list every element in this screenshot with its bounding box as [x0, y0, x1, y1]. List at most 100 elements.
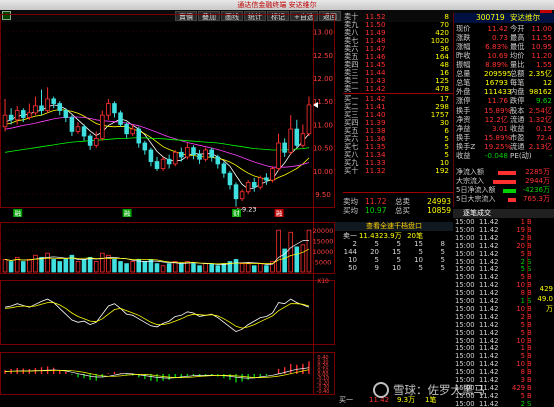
- candle[interactable]: [57, 101, 63, 116]
- volume-bar[interactable]: [221, 263, 227, 273]
- candle[interactable]: [258, 175, 263, 190]
- volume-bar[interactable]: [2, 259, 8, 273]
- candle[interactable]: [2, 98, 8, 132]
- volume-bar[interactable]: [57, 261, 63, 273]
- tick-list-header[interactable]: 逐笔成交: [453, 209, 554, 218]
- candle[interactable]: [93, 131, 99, 148]
- volume-bar[interactable]: [75, 261, 81, 273]
- candle-body: [148, 149, 154, 162]
- candle[interactable]: [160, 156, 166, 171]
- candle[interactable]: [300, 124, 306, 148]
- candle[interactable]: [100, 110, 105, 141]
- candle[interactable]: [251, 177, 257, 192]
- volume-bar[interactable]: [197, 265, 202, 273]
- depth-panel[interactable]: 查看全速千档盘口 卖一 11.43 23.9万 20笔 2 5 5 15 8 144 20 15 5 5 1…: [335, 222, 453, 274]
- event-marker[interactable]: 融: [274, 209, 284, 218]
- volume-bar[interactable]: [112, 259, 117, 273]
- volume-bar[interactable]: [130, 261, 135, 273]
- volume-bar[interactable]: [209, 263, 214, 273]
- candle[interactable]: [185, 143, 190, 160]
- candle[interactable]: [154, 156, 160, 171]
- candle[interactable]: [209, 147, 214, 162]
- volume-bar[interactable]: [63, 259, 69, 273]
- candle[interactable]: [148, 147, 154, 167]
- volume-bar[interactable]: [233, 259, 239, 273]
- candle[interactable]: [39, 89, 44, 116]
- tick-volume: 8: [520, 289, 525, 298]
- volume-bar[interactable]: [27, 259, 32, 273]
- candle[interactable]: [270, 166, 275, 183]
- candle[interactable]: [8, 108, 14, 125]
- candle[interactable]: [63, 108, 69, 123]
- candle[interactable]: [106, 98, 111, 120]
- candle[interactable]: [166, 154, 172, 169]
- volume-bar[interactable]: [45, 252, 50, 273]
- candle[interactable]: [191, 145, 196, 160]
- volume-bar[interactable]: [142, 261, 148, 273]
- quote-label: 收益: [510, 124, 525, 133]
- volume-bar[interactable]: [154, 263, 160, 273]
- candle[interactable]: [197, 149, 202, 164]
- candle[interactable]: [81, 124, 87, 141]
- volume-bar[interactable]: [124, 263, 129, 273]
- event-marker[interactable]: 财: [232, 209, 242, 218]
- volume-bar[interactable]: [20, 261, 26, 273]
- volume-bar[interactable]: [81, 259, 87, 273]
- candle[interactable]: [51, 96, 56, 109]
- candle[interactable]: [203, 147, 208, 162]
- candle[interactable]: [118, 110, 123, 127]
- volume-bar[interactable]: [300, 244, 306, 273]
- candle[interactable]: [124, 122, 129, 139]
- candle[interactable]: [27, 103, 32, 120]
- candle[interactable]: [112, 101, 117, 118]
- volume-bar[interactable]: [276, 229, 281, 273]
- volume-bar[interactable]: [8, 261, 14, 273]
- volume-bar[interactable]: [203, 263, 208, 273]
- candle[interactable]: [75, 122, 81, 134]
- volume-bar[interactable]: [191, 263, 196, 273]
- volume-bar[interactable]: [160, 265, 166, 273]
- candle[interactable]: [294, 119, 300, 148]
- volume-bar[interactable]: [33, 254, 38, 273]
- volume-bar[interactable]: [294, 246, 300, 273]
- volume-bar[interactable]: [51, 259, 56, 273]
- candle[interactable]: [136, 126, 142, 148]
- candle[interactable]: [282, 138, 287, 157]
- event-marker[interactable]: 融: [13, 209, 23, 218]
- volume-bar[interactable]: [39, 256, 44, 273]
- volume-bar[interactable]: [251, 265, 257, 273]
- volume-bar[interactable]: [258, 263, 263, 273]
- candle[interactable]: [69, 115, 75, 137]
- volume-bar[interactable]: [288, 231, 294, 273]
- candle[interactable]: [221, 161, 227, 178]
- candle[interactable]: [233, 182, 239, 207]
- candle[interactable]: [276, 133, 281, 171]
- candle[interactable]: [245, 180, 251, 195]
- bid-row[interactable]: 买十 11.32 192: [335, 167, 453, 175]
- ask-row[interactable]: 卖一 11.42 478: [335, 85, 453, 93]
- candle[interactable]: [215, 154, 221, 169]
- volume-bar[interactable]: [93, 261, 99, 273]
- candle[interactable]: [239, 189, 245, 202]
- volume-bar[interactable]: [215, 265, 221, 273]
- candle[interactable]: [45, 87, 50, 113]
- candle[interactable]: [14, 105, 20, 125]
- volume-bar[interactable]: [87, 256, 93, 273]
- candle[interactable]: [33, 96, 38, 116]
- depth-panel-title[interactable]: 查看全速千档盘口: [335, 222, 453, 231]
- volume-bar[interactable]: [264, 265, 269, 273]
- candle[interactable]: [306, 96, 312, 137]
- candle[interactable]: [142, 140, 148, 155]
- candle[interactable]: [264, 173, 269, 185]
- candle[interactable]: [172, 149, 178, 167]
- volume-bar[interactable]: [239, 263, 245, 273]
- event-marker[interactable]: 融: [122, 209, 132, 218]
- candle[interactable]: [227, 170, 233, 190]
- candle[interactable]: [288, 115, 294, 155]
- volume-bar[interactable]: [100, 252, 105, 273]
- volume-bar[interactable]: [118, 261, 123, 273]
- volume-bar[interactable]: [245, 263, 251, 273]
- volume-bar[interactable]: [306, 229, 312, 273]
- volume-bar[interactable]: [179, 263, 184, 273]
- volume-bar[interactable]: [166, 263, 172, 273]
